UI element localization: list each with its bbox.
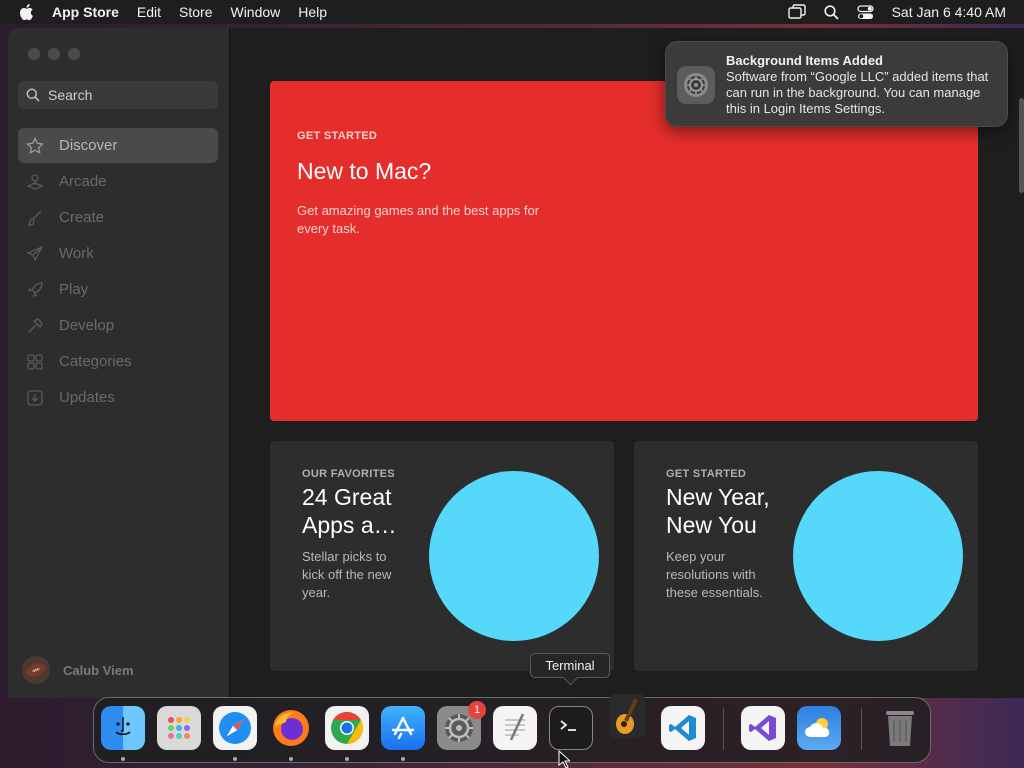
grid-icon — [26, 353, 44, 371]
menu-app-name[interactable]: App Store — [52, 4, 119, 20]
sidebar-item-label: Updates — [59, 389, 115, 406]
sidebar-item-label: Work — [59, 245, 94, 262]
dock-garageband-icon[interactable] — [605, 694, 649, 738]
hero-description: Get amazing games and the best apps for … — [297, 203, 540, 236]
joystick-icon — [26, 173, 44, 191]
card-title: New Year, New You — [666, 484, 770, 538]
menu-bar: App Store Edit Store Window Help Sat Jan… — [0, 0, 1024, 24]
dock-chrome-icon[interactable] — [325, 706, 369, 750]
sidebar: Discover Arcade Create Work Play Develop — [8, 28, 230, 698]
menu-help[interactable]: Help — [298, 4, 327, 20]
menu-store[interactable]: Store — [179, 4, 212, 20]
card-artwork — [429, 471, 599, 641]
card-description: Keep your resolutions with these essenti… — [666, 549, 763, 600]
card-title: 24 Great Apps a… — [302, 484, 397, 538]
sidebar-item-play[interactable]: Play — [18, 272, 218, 307]
screen-mirroring-icon[interactable] — [787, 4, 806, 20]
dock-running-indicator — [289, 757, 293, 761]
dock-vscode-icon[interactable] — [661, 706, 705, 750]
sidebar-item-label: Play — [59, 281, 89, 298]
dock-safari-icon[interactable] — [213, 706, 257, 750]
spotlight-search-icon[interactable] — [823, 4, 839, 20]
hammer-icon — [26, 317, 44, 335]
hero-eyebrow: GET STARTED — [297, 130, 378, 142]
card-our-favorites[interactable]: OUR FAVORITES 24 Great Apps a… Stellar p… — [270, 441, 614, 671]
dock-running-indicator — [233, 757, 237, 761]
notification-badge: 1 — [468, 701, 486, 719]
dock-tooltip: Terminal — [530, 653, 610, 678]
search-icon — [26, 88, 40, 102]
dock-finder-icon[interactable] — [101, 706, 145, 750]
rocket-icon — [26, 281, 44, 299]
sidebar-item-label: Discover — [59, 137, 118, 154]
close-window-button[interactable] — [28, 48, 40, 60]
dock-system-settings-icon[interactable]: 1 — [437, 701, 486, 750]
avatar — [22, 656, 50, 684]
sidebar-item-label: Categories — [59, 353, 132, 370]
card-new-year-new-you[interactable]: GET STARTED New Year, New You Keep your … — [634, 441, 978, 671]
dock-app-store-icon[interactable] — [381, 706, 425, 750]
control-center-icon[interactable] — [856, 4, 874, 20]
hero-title: New to Mac? — [297, 158, 432, 184]
sidebar-nav: Discover Arcade Create Work Play Develop — [18, 128, 218, 416]
dock-firefox-icon[interactable] — [269, 706, 313, 750]
dock-launchpad-icon[interactable] — [157, 706, 201, 750]
dock-visual-studio-icon[interactable] — [741, 706, 785, 750]
card-eyebrow: OUR FAVORITES — [302, 468, 395, 480]
dock-running-indicator — [121, 757, 125, 761]
user-account[interactable]: Calub Viem — [22, 656, 134, 684]
menu-edit[interactable]: Edit — [137, 4, 161, 20]
dock-weather-icon[interactable] — [797, 706, 841, 750]
user-name: Calub Viem — [63, 662, 134, 678]
dock-textedit-icon[interactable] — [493, 706, 537, 750]
hero-banner-new-to-mac[interactable]: GET STARTED New to Mac? Get amazing game… — [270, 81, 978, 421]
sidebar-item-create[interactable]: Create — [18, 200, 218, 235]
notification-title: Background Items Added — [726, 53, 883, 68]
apple-menu-icon[interactable] — [18, 3, 36, 21]
search-field[interactable] — [18, 81, 218, 109]
dock-running-indicator — [345, 757, 349, 761]
dock-separator — [861, 708, 862, 750]
minimize-window-button[interactable] — [48, 48, 60, 60]
window-controls — [28, 48, 80, 60]
sidebar-item-discover[interactable]: Discover — [18, 128, 218, 163]
sidebar-item-develop[interactable]: Develop — [18, 308, 218, 343]
card-description: Stellar picks to kick off the new year. — [302, 549, 392, 600]
content-scrollbar[interactable] — [1019, 98, 1024, 193]
menu-window[interactable]: Window — [230, 4, 280, 20]
system-settings-gear-icon — [677, 66, 715, 104]
mouse-cursor — [558, 749, 572, 768]
star-icon — [26, 136, 44, 155]
dock-terminal-icon[interactable] — [549, 706, 593, 750]
download-icon — [26, 389, 44, 407]
paper-plane-icon — [26, 245, 44, 263]
dock-running-indicator — [401, 757, 405, 761]
brush-icon — [26, 209, 44, 227]
sidebar-item-label: Arcade — [59, 173, 107, 190]
notification-body: Software from “Google LLC” added items t… — [726, 69, 989, 116]
dock-separator — [723, 708, 724, 750]
sidebar-item-work[interactable]: Work — [18, 236, 218, 271]
background-items-notification[interactable]: Background Items Added Software from “Go… — [665, 41, 1008, 127]
dock-trash-icon[interactable] — [878, 706, 922, 750]
sidebar-item-arcade[interactable]: Arcade — [18, 164, 218, 199]
search-input[interactable] — [48, 87, 198, 103]
card-eyebrow: GET STARTED — [666, 468, 747, 480]
zoom-window-button[interactable] — [68, 48, 80, 60]
card-artwork — [793, 471, 963, 641]
dock: 1 — [93, 694, 931, 763]
sidebar-item-updates[interactable]: Updates — [18, 380, 218, 415]
sidebar-item-label: Develop — [59, 317, 115, 334]
sidebar-item-label: Create — [59, 209, 105, 226]
app-store-window: Discover Arcade Create Work Play Develop — [8, 28, 1024, 698]
sidebar-item-categories[interactable]: Categories — [18, 344, 218, 379]
menu-clock[interactable]: Sat Jan 6 4:40 AM — [892, 4, 1006, 20]
